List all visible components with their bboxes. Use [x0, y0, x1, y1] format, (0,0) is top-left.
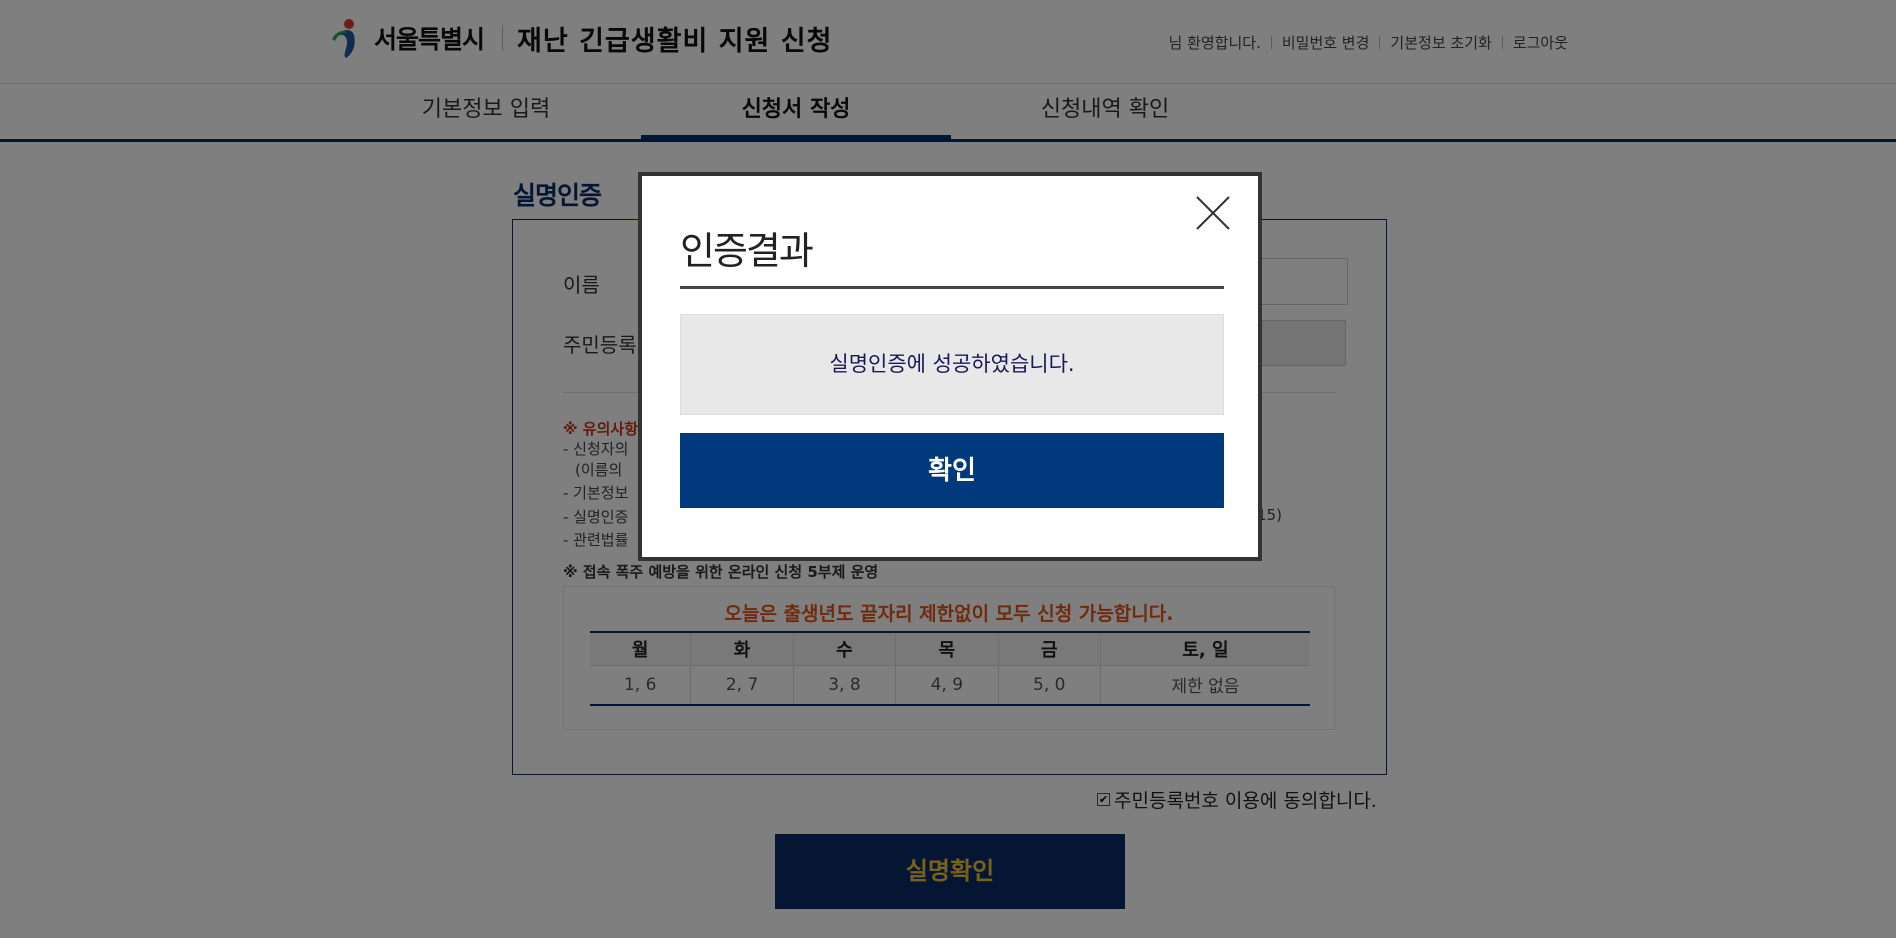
auth-result-dialog: 인증결과 실명인증에 성공하였습니다. 확인: [638, 172, 1262, 561]
ok-button[interactable]: 확인: [680, 433, 1224, 508]
dialog-message: 실명인증에 성공하였습니다.: [680, 314, 1224, 415]
close-icon[interactable]: [1194, 194, 1232, 232]
dialog-divider: [680, 286, 1224, 289]
dialog-title: 인증결과: [680, 229, 814, 273]
